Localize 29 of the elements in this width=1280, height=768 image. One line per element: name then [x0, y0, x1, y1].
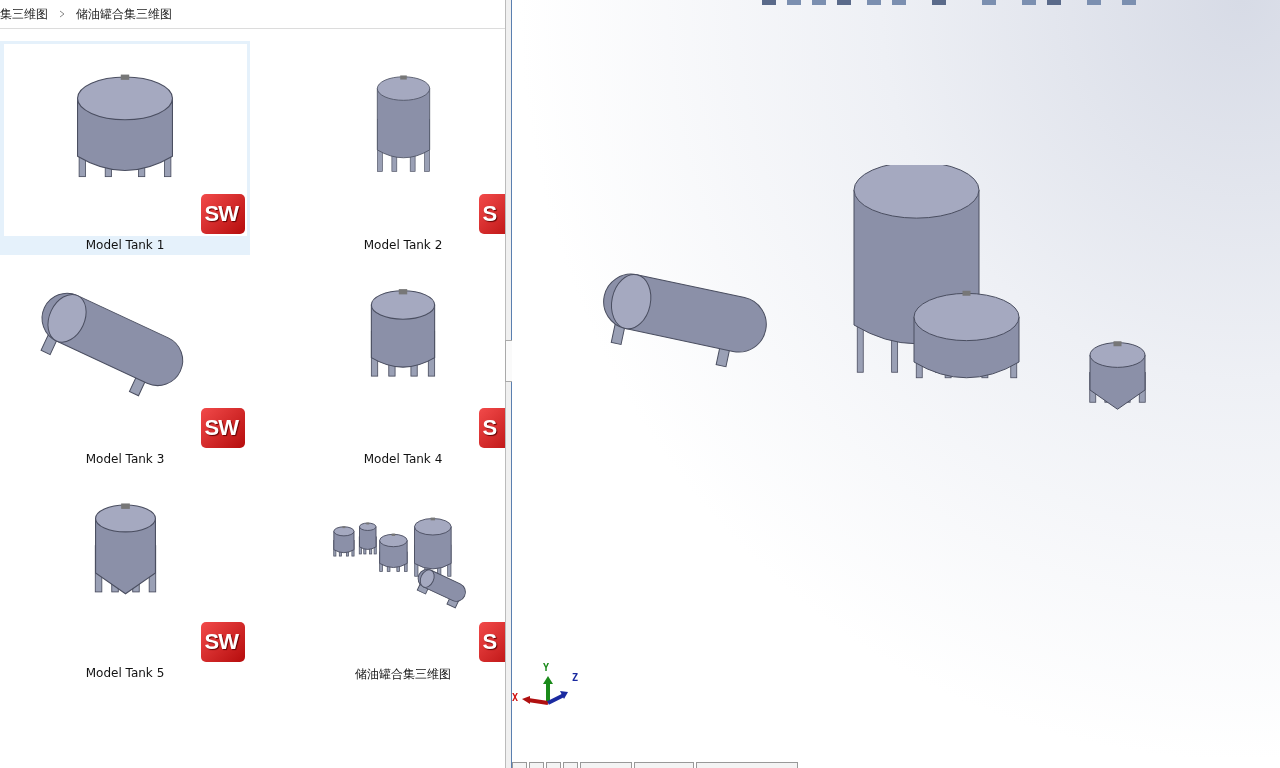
file-tile[interactable]: SW Model Tank 1 — [0, 41, 250, 255]
view-tab[interactable] — [529, 762, 544, 768]
axis-triad-icon — [520, 675, 570, 707]
file-name: Model Tank 2 — [363, 238, 443, 252]
file-name: Model Tank 3 — [85, 452, 165, 466]
app-logo-icon: SW — [200, 408, 245, 448]
file-name: Model Tank 1 — [85, 238, 165, 252]
view-tab[interactable] — [696, 762, 798, 768]
axis-label: Z — [572, 672, 579, 683]
view-tab[interactable] — [512, 762, 527, 768]
breadcrumb-item[interactable]: 储油罐合集三维图 — [76, 5, 178, 23]
view-tab[interactable] — [546, 762, 561, 768]
view-tab[interactable] — [580, 762, 632, 768]
app-logo-icon: SW — [200, 622, 245, 662]
app-logo-icon: S — [478, 194, 505, 234]
axis-label: X — [512, 692, 519, 703]
breadcrumb-item[interactable]: 集三维图 — [0, 5, 54, 23]
model-viewport[interactable]: X Y Z — [512, 0, 1280, 768]
view-tab[interactable] — [634, 762, 694, 768]
app-logo-icon: SW — [200, 194, 245, 234]
file-name: Model Tank 5 — [85, 666, 165, 680]
axis-label: Y — [543, 662, 550, 673]
view-tab[interactable] — [563, 762, 578, 768]
app-logo-icon: S — [478, 408, 505, 448]
chevron-right-icon — [58, 10, 66, 18]
file-name: Model Tank 4 — [363, 452, 443, 466]
file-name: 储油罐合集三维图 — [355, 666, 451, 683]
app-logo-icon: S — [478, 622, 505, 662]
splitter[interactable] — [505, 0, 512, 768]
